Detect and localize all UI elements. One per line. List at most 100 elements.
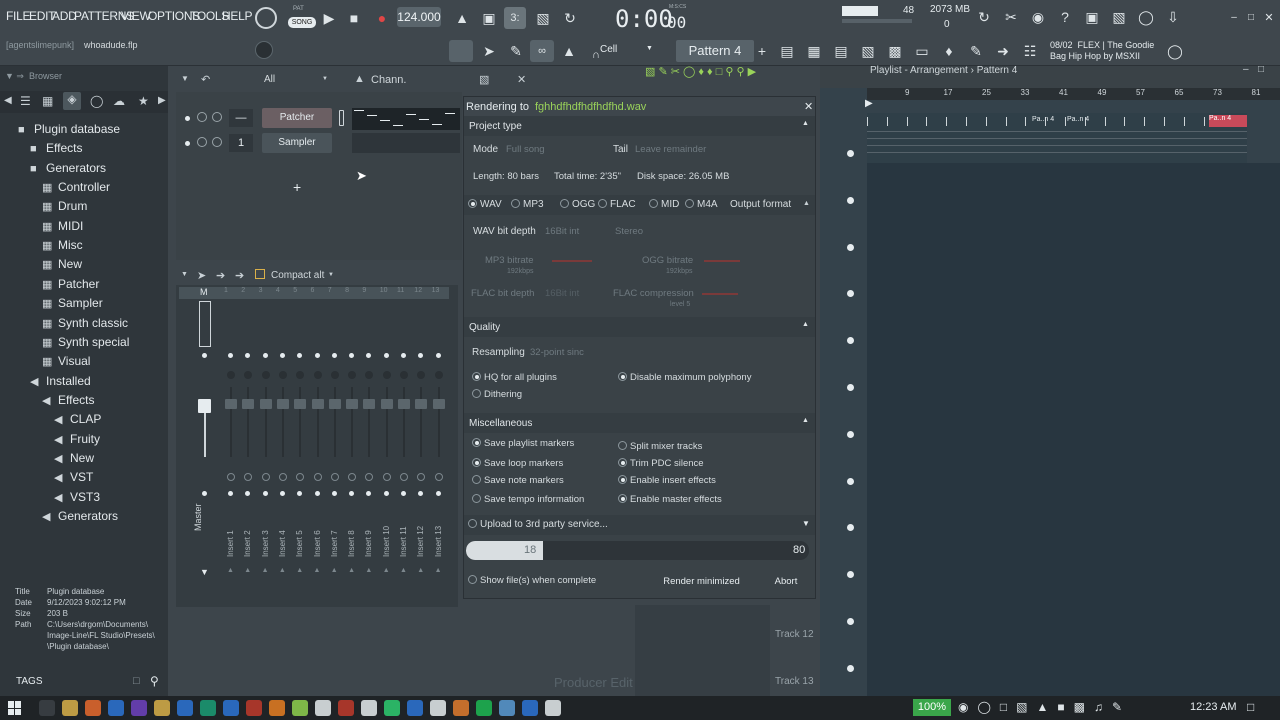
mixer-insert-strip[interactable]: 6 Insert 6 ▲ <box>311 287 325 601</box>
search-icon[interactable]: ⚲ <box>150 674 159 688</box>
send-knob[interactable] <box>244 473 253 481</box>
led-icon[interactable] <box>435 491 441 496</box>
wav-bit-depth-select[interactable]: 16Bit int <box>545 226 579 237</box>
mixer-insert-strip[interactable]: 13 Insert 13 ▲ <box>432 287 446 601</box>
split-mixer-option[interactable]: Split mixer tracks <box>618 441 702 452</box>
pan-knob[interactable] <box>244 371 253 379</box>
browser-item-misc[interactable]: ▦ Misc <box>42 238 83 252</box>
track-mute-led[interactable] <box>847 384 854 391</box>
play-button[interactable]: ▶ <box>318 7 340 29</box>
led-icon[interactable] <box>366 491 372 496</box>
taskbar-app-icon[interactable] <box>430 700 446 716</box>
track-mute-led[interactable] <box>847 243 854 251</box>
master-fader-handle[interactable] <box>198 399 211 413</box>
pan-knob[interactable] <box>417 371 426 379</box>
save-note-markers-option[interactable]: Save note markers <box>472 475 564 486</box>
send-knob[interactable] <box>313 473 322 481</box>
browser-item-sampler[interactable]: ▦ Sampler <box>42 296 103 310</box>
track-label[interactable]: Track 12 <box>775 629 814 640</box>
fader-handle[interactable] <box>311 399 324 409</box>
channel-button[interactable]: Sampler <box>262 133 332 153</box>
taskbar-app-icon[interactable] <box>315 700 331 716</box>
taskbar-app-icon[interactable] <box>499 700 515 716</box>
volume-knob[interactable] <box>212 112 222 122</box>
mixer-insert-strip[interactable]: 1 Insert 1 ▲ <box>224 287 238 601</box>
tray-icons[interactable]: ◉◯□▧▲■▩♫✎ <box>958 700 1131 714</box>
send-knob[interactable] <box>348 473 357 481</box>
pan-knob[interactable] <box>278 371 287 379</box>
project-type-header[interactable]: Project type ▲ <box>464 116 815 136</box>
track-mute-led[interactable] <box>847 150 854 157</box>
save-playlist-markers-option[interactable]: Save playlist markers <box>472 438 574 449</box>
play-marker-icon[interactable]: ▶ <box>865 98 873 109</box>
browser-item-midi[interactable]: ▦ MIDI <box>42 219 83 233</box>
pattern-clip-selected[interactable]: Pa..n 4 <box>1209 115 1247 127</box>
menu-file[interactable]: FILE <box>6 9 30 23</box>
tree-icon[interactable]: ▩ <box>884 40 906 62</box>
route-arrow-icon[interactable]: ▲ <box>348 567 355 574</box>
plugin-db-icon[interactable]: ▦ <box>42 94 53 108</box>
fader-track[interactable] <box>333 387 336 457</box>
format-option-m4a[interactable]: M4A <box>685 199 718 210</box>
format-option-wav[interactable]: WAV <box>468 199 502 210</box>
dithering-option[interactable]: Dithering <box>472 389 522 400</box>
mixer-icon[interactable]: ▧ <box>1108 6 1130 28</box>
flac-bit-depth-select[interactable]: 16Bit int <box>545 288 579 299</box>
add-channel-button[interactable]: + <box>293 179 301 195</box>
send-knob[interactable] <box>417 473 426 481</box>
tree-view-icon[interactable]: ☰ <box>20 94 31 108</box>
cut-icon[interactable]: ✂ <box>1000 6 1022 28</box>
led-icon[interactable] <box>401 491 406 496</box>
track-mute-led[interactable] <box>847 290 854 298</box>
help-icon[interactable]: ? <box>1054 6 1076 28</box>
mixer-insert-strip[interactable]: 9 Insert 9 ▲ <box>362 287 376 601</box>
track-mute-led[interactable] <box>847 664 854 672</box>
led-icon[interactable] <box>185 141 190 146</box>
led-icon[interactable] <box>279 491 285 496</box>
led-icon[interactable] <box>401 353 406 358</box>
cart-icon[interactable]: ☷ <box>1019 40 1041 62</box>
timeline-ruler[interactable]: 9 17 25 33 41 49 57 65 73 81 <box>867 88 1280 100</box>
fader-track[interactable] <box>204 413 206 457</box>
route-arrow-icon[interactable]: ▲ <box>262 567 269 574</box>
taskbar-app-icon[interactable] <box>131 700 147 716</box>
taskbar-app-icon[interactable] <box>338 700 354 716</box>
globe-icon[interactable]: ◯ <box>1164 40 1186 62</box>
trim-pdc-option[interactable]: Trim PDC silence <box>618 458 704 469</box>
resampling-select[interactable]: 32-point sinc <box>530 347 584 358</box>
forward-icon[interactable]: ▶ <box>158 95 166 106</box>
pattern-clip[interactable] <box>1124 117 1143 126</box>
track-mute-led[interactable] <box>847 196 854 204</box>
route-arrow-icon[interactable]: ▲ <box>365 567 372 574</box>
taskbar-app-icon[interactable] <box>223 700 239 716</box>
quality-header[interactable]: Quality ▲ <box>464 317 815 337</box>
taskbar-app-icon[interactable] <box>476 700 492 716</box>
stop-button[interactable]: ■ <box>343 7 365 29</box>
hq-plugins-option[interactable]: HQ for all plugins <box>472 372 557 383</box>
browser-item-effects[interactable]: ◀ Effects <box>42 393 94 407</box>
tempo-display[interactable]: 124.000 <box>397 7 441 27</box>
pattern-clip[interactable] <box>1144 117 1163 126</box>
taskbar-app-icon[interactable] <box>292 700 308 716</box>
taskbar-app-icon[interactable] <box>545 700 561 716</box>
send-knob[interactable] <box>261 473 270 481</box>
fader-handle[interactable] <box>328 399 341 409</box>
fader-handle[interactable] <box>363 399 376 409</box>
led-icon[interactable] <box>245 353 251 358</box>
browser-item-patcher[interactable]: ▦ Patcher <box>42 277 99 291</box>
route-arrow-icon[interactable]: ▲ <box>227 567 234 574</box>
led-icon[interactable] <box>314 353 320 358</box>
browser-item-plugin-database[interactable]: ■ Plugin database <box>18 122 120 136</box>
mixer-route-icon[interactable]: ➔ <box>216 269 225 282</box>
playlist-maximize-icon[interactable]: □ <box>1258 64 1264 75</box>
fader-handle[interactable] <box>242 399 255 409</box>
pattern-clip[interactable] <box>906 117 926 126</box>
pattern-clip[interactable] <box>1164 117 1183 126</box>
mixer-insert-strip[interactable]: 11 Insert 11 ▲ <box>397 287 411 601</box>
fader-track[interactable] <box>385 387 388 457</box>
save-tempo-option[interactable]: Save tempo information <box>472 494 584 505</box>
mode-select[interactable]: Full song <box>506 144 586 158</box>
pan-knob[interactable] <box>400 371 408 379</box>
browser-item-clap[interactable]: ◀ CLAP <box>54 412 101 426</box>
taskbar-app-icon[interactable] <box>522 700 538 716</box>
